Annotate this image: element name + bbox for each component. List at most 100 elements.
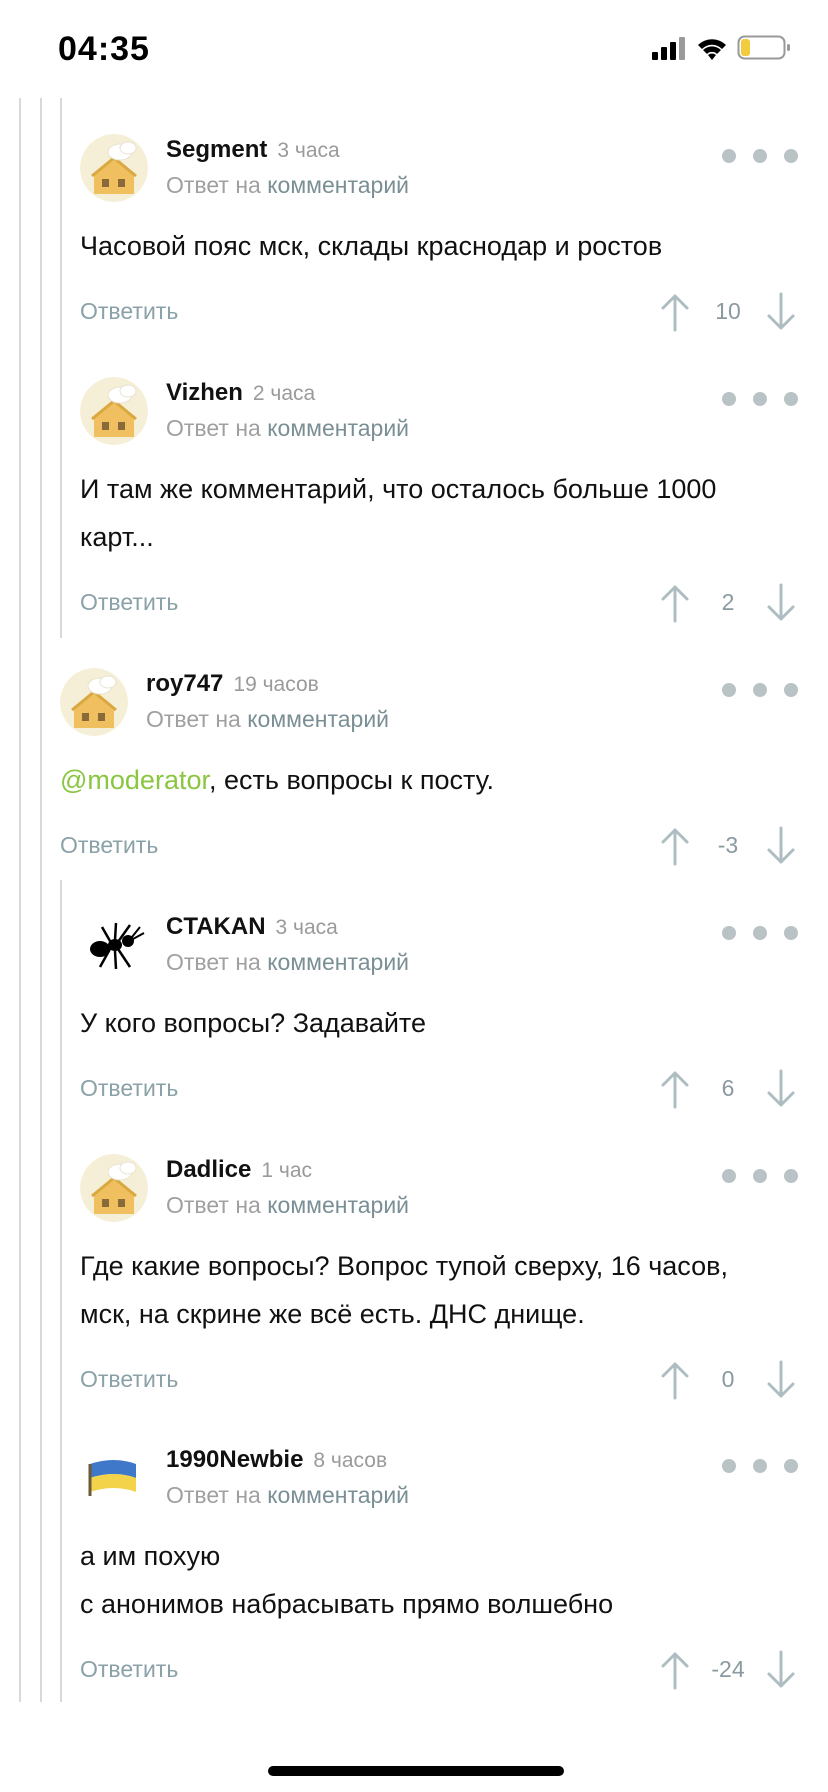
reply-button[interactable]: Ответить — [80, 1656, 178, 1683]
reply-prefix: Ответ на — [166, 1192, 261, 1218]
comment-line: мск, на скрине же всё есть. ДНС днище. — [80, 1299, 585, 1329]
reply-prefix: Ответ на — [166, 172, 261, 198]
downvote-arrow-icon[interactable] — [764, 1069, 798, 1109]
comment-line: Часовой пояс мск, склады краснодар и рос… — [80, 231, 663, 261]
avatar[interactable] — [80, 134, 148, 202]
username[interactable]: 1990Newbie — [166, 1446, 303, 1473]
reply-prefix: Ответ на — [166, 949, 261, 975]
username[interactable]: CTAKAN — [166, 913, 266, 940]
comment-line: У кого вопросы? Задавайте — [80, 1008, 427, 1038]
parent-comment-link[interactable]: комментарий — [267, 1482, 409, 1508]
comment-score: -24 — [711, 1656, 745, 1682]
upvote-arrow-icon[interactable] — [658, 826, 692, 866]
status-icons — [652, 35, 790, 60]
comment-body: Где какие вопросы? Вопрос тупой сверху, … — [80, 1242, 800, 1338]
parent-comment-link[interactable]: комментарий — [267, 415, 409, 441]
vote-controls: 10 — [658, 292, 798, 332]
reply-to: Ответ на комментарий — [166, 415, 409, 442]
vote-controls: -3 — [658, 826, 798, 866]
reply-to: Ответ на комментарий — [166, 1192, 409, 1219]
avatar[interactable] — [80, 911, 148, 979]
username-row: CTAKAN 3 часа — [166, 913, 338, 941]
comment-line: Где какие вопросы? Вопрос тупой сверху, … — [80, 1251, 728, 1281]
username-row: 1990Newbie 8 часов — [166, 1446, 387, 1474]
comment-time: 2 часа — [252, 382, 316, 405]
comment-body: а им похую с анонимов набрасывать прямо в… — [80, 1532, 800, 1628]
downvote-arrow-icon[interactable] — [764, 1650, 798, 1690]
wifi-icon — [698, 39, 726, 60]
reply-to: Ответ на комментарий — [146, 706, 389, 733]
comment-score: 2 — [721, 589, 735, 615]
comment-line: а им похую — [80, 1541, 221, 1571]
more-options-icon[interactable] — [722, 389, 798, 409]
more-options-icon[interactable] — [722, 146, 798, 166]
thread-line-2 — [40, 98, 42, 1702]
comment-score: -3 — [717, 832, 739, 858]
username[interactable]: Vizhen — [166, 379, 243, 406]
comment-time: 8 часов — [313, 1449, 388, 1472]
comment-time: 3 часа — [275, 916, 338, 939]
comment-score: 10 — [715, 298, 741, 324]
avatar[interactable] — [80, 1154, 148, 1222]
downvote-arrow-icon[interactable] — [764, 826, 798, 866]
reply-prefix: Ответ на — [166, 1482, 261, 1508]
comment-score: 6 — [721, 1075, 735, 1101]
comment-body: Часовой пояс мск, склады краснодар и рос… — [80, 222, 800, 270]
reply-to: Ответ на комментарий — [166, 172, 409, 199]
vote-controls: 6 — [658, 1069, 798, 1109]
avatar[interactable] — [80, 377, 148, 445]
reply-button[interactable]: Ответить — [60, 832, 158, 859]
status-bar: 04:35 — [0, 0, 828, 100]
comment-line: И там же комментарий, что осталось больш… — [80, 474, 717, 504]
parent-comment-link[interactable]: комментарий — [267, 949, 409, 975]
downvote-arrow-icon[interactable] — [764, 583, 798, 623]
comment-time: 19 часов — [233, 673, 319, 696]
reply-button[interactable]: Ответить — [80, 1366, 178, 1393]
comment-body: И там же комментарий, что осталось больш… — [80, 465, 800, 561]
vote-controls: -24 — [658, 1650, 798, 1690]
avatar[interactable] — [80, 1444, 148, 1512]
thread-line-1 — [19, 98, 21, 1702]
comment-body: У кого вопросы? Задавайте — [80, 999, 800, 1047]
upvote-arrow-icon[interactable] — [658, 292, 692, 332]
downvote-arrow-icon[interactable] — [764, 1360, 798, 1400]
username-row: Dadlice 1 час — [166, 1156, 312, 1184]
thread-line-3 — [60, 98, 62, 638]
comment-line: , есть вопросы к посту. — [208, 765, 494, 795]
username[interactable]: Dadlice — [166, 1156, 251, 1183]
reply-button[interactable]: Ответить — [80, 298, 178, 325]
upvote-arrow-icon[interactable] — [658, 583, 692, 623]
reply-prefix: Ответ на — [146, 706, 241, 732]
reply-to: Ответ на комментарий — [166, 1482, 409, 1509]
reply-button[interactable]: Ответить — [80, 1075, 178, 1102]
home-indicator[interactable] — [268, 1766, 564, 1776]
vote-controls: 0 — [658, 1360, 798, 1400]
comment-line: карт... — [80, 522, 154, 552]
battery-icon — [737, 35, 790, 60]
avatar[interactable] — [60, 668, 128, 736]
comment-time: 3 часа — [277, 139, 340, 162]
more-options-icon[interactable] — [722, 923, 798, 943]
username[interactable]: roy747 — [146, 670, 223, 697]
user-mention[interactable]: @moderator — [60, 765, 209, 795]
vote-controls: 2 — [658, 583, 798, 623]
downvote-arrow-icon[interactable] — [764, 292, 798, 332]
parent-comment-link[interactable]: комментарий — [267, 172, 409, 198]
comment-score: 0 — [721, 1366, 735, 1392]
reply-prefix: Ответ на — [166, 415, 261, 441]
comment-time: 1 час — [261, 1159, 313, 1182]
username[interactable]: Segment — [166, 136, 267, 163]
reply-to: Ответ на комментарий — [166, 949, 409, 976]
username-row: Segment 3 часа — [166, 136, 340, 164]
more-options-icon[interactable] — [722, 680, 798, 700]
upvote-arrow-icon[interactable] — [658, 1360, 692, 1400]
thread-line-4 — [60, 880, 62, 1702]
more-options-icon[interactable] — [722, 1166, 798, 1186]
reply-button[interactable]: Ответить — [80, 589, 178, 616]
parent-comment-link[interactable]: комментарий — [247, 706, 389, 732]
parent-comment-link[interactable]: комментарий — [267, 1192, 409, 1218]
more-options-icon[interactable] — [722, 1456, 798, 1476]
comment-body: @moderator, есть вопросы к посту. — [60, 756, 780, 804]
upvote-arrow-icon[interactable] — [658, 1650, 692, 1690]
upvote-arrow-icon[interactable] — [658, 1069, 692, 1109]
